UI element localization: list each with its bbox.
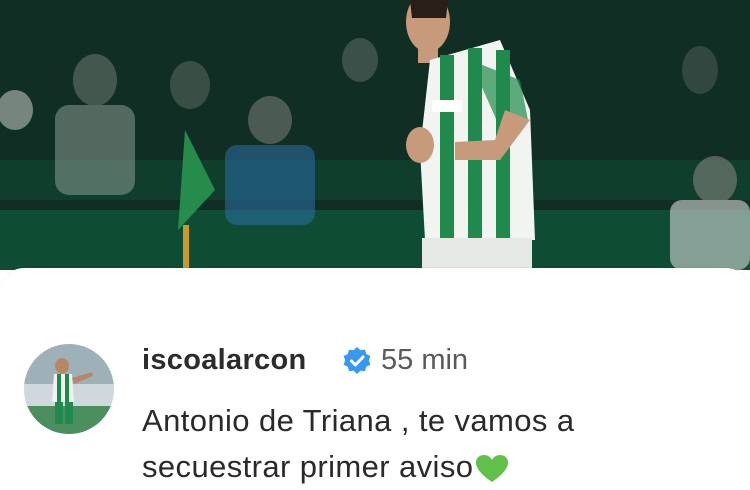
green-heart-icon <box>476 454 509 482</box>
avatar[interactable] <box>24 344 114 434</box>
caption-line-2-text: secuestrar primer aviso <box>142 449 474 484</box>
caption-line-2: secuestrar primer aviso <box>142 444 732 490</box>
username[interactable]: iscoalarcon <box>142 344 307 377</box>
caption-line-1: Antonio de Triana , te vamos a <box>142 403 575 438</box>
caption-text: Antonio de Triana , te vamos a secuestra… <box>142 398 732 490</box>
verified-badge-icon <box>343 347 371 374</box>
timestamp: 55 min <box>381 344 469 376</box>
post-photo <box>0 0 750 270</box>
